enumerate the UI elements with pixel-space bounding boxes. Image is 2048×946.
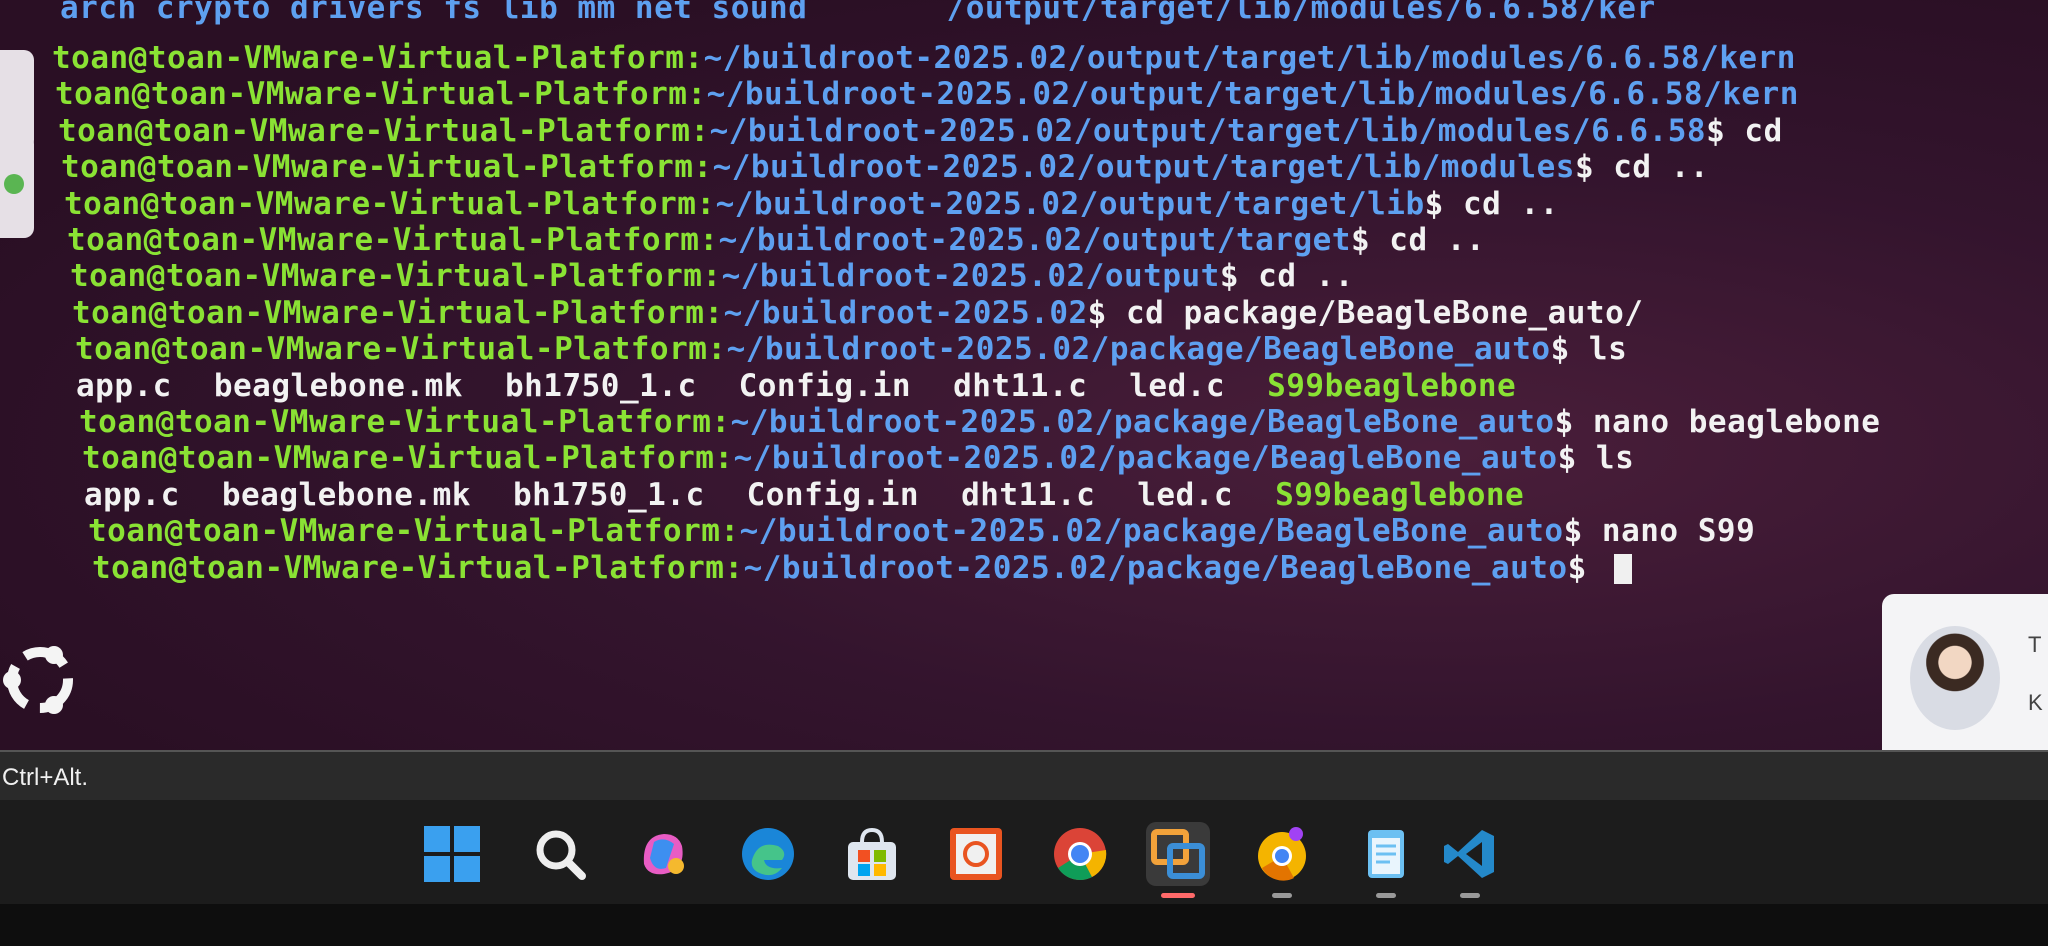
ls-output-line: app.c beaglebone.mk bh1750_1.c Config.in dht… [84, 475, 1524, 515]
vm-status-bar: Ctrl+Alt. [0, 750, 2048, 802]
prompt-command: $ cd package/BeagleBone_auto/ [1087, 294, 1644, 331]
chrome-icon[interactable] [1048, 822, 1112, 886]
prompt-path: ~/buildroot-2025.02/package/BeagleBone_a… [743, 549, 1568, 586]
prompt-path: ~/buildroot-2025.02/package/BeagleBone_a… [739, 513, 1564, 550]
ls-file: Config.in [746, 476, 920, 513]
prompt-user-host: toan@toan-VMware-Virtual-Platform: [92, 549, 744, 586]
prompt-line: toan@toan-VMware-Virtual-Platform:~/buil… [58, 111, 1783, 151]
store-icon[interactable] [840, 822, 904, 886]
prompt-line: toan@toan-VMware-Virtual-Platform:~/buil… [88, 511, 1755, 551]
ls-file: led.c [1129, 367, 1226, 404]
ls-file: led.c [1137, 476, 1234, 513]
prompt-path: ~/buildroot-2025.02/output/target/lib/mo… [712, 149, 1575, 186]
terminal-partial-line: arch crypto drivers fs lib mm net sound … [60, 0, 1656, 28]
prompt-user-host: toan@toan-VMware-Virtual-Platform: [58, 112, 710, 149]
prompt-path: ~/buildroot-2025.02 [723, 294, 1088, 331]
ls-file: bh1750_1.c [512, 476, 705, 513]
prompt-command: $ nano beaglebone [1554, 404, 1881, 440]
prompt-user-host: toan@toan-VMware-Virtual-Platform: [67, 222, 719, 258]
prompt-command: $ cd [1706, 112, 1783, 149]
ls-file: beaglebone.mk [221, 476, 471, 513]
prompt-user-host: toan@toan-VMware-Virtual-Platform: [79, 404, 731, 440]
prompt-user-host: toan@toan-VMware-Virtual-Platform: [88, 513, 740, 550]
terminal-window[interactable]: arch crypto drivers fs lib mm net sound … [0, 0, 2048, 750]
prompt-line: toan@toan-VMware-Virtual-Platform:~/buil… [79, 402, 1880, 442]
prompt-line: toan@toan-VMware-Virtual-Platform:~/buil… [92, 548, 1632, 588]
vmware-icon[interactable] [1146, 822, 1210, 898]
open-indicator [1460, 893, 1480, 898]
prompt-path: ~/buildroot-2025.02/output/target/lib/mo… [703, 40, 1796, 76]
ls-file: app.c [76, 367, 172, 404]
recycle-icon [4, 174, 24, 194]
prompt-path: ~/buildroot-2025.02/output/target [718, 222, 1351, 258]
prompt-command: $ [1567, 549, 1606, 586]
prompt-user-host: toan@toan-VMware-Virtual-Platform: [82, 440, 734, 477]
prompt-user-host: toan@toan-VMware-Virtual-Platform: [72, 294, 724, 331]
vscode-icon[interactable] [1438, 822, 1502, 898]
ls-executable-file: S99beaglebone [1267, 367, 1517, 404]
active-indicator [1161, 893, 1195, 898]
search-icon[interactable] [528, 822, 592, 886]
prompt-path: ~/buildroot-2025.02/output/target/lib/mo… [709, 112, 1707, 149]
ls-file: dht11.c [961, 476, 1096, 513]
dock-item-recycle[interactable] [0, 134, 34, 238]
ubuntu-app-icon[interactable] [944, 822, 1008, 886]
ls-file: bh1750_1.c [504, 367, 697, 404]
release-key-hint: Ctrl+Alt. [2, 764, 89, 791]
copilot-icon[interactable] [632, 822, 696, 886]
chrome-canary-icon[interactable] [1250, 822, 1314, 898]
ls-output-partial: arch crypto drivers fs lib mm net sound [60, 0, 808, 26]
notification-popup[interactable]: T K [1882, 594, 2048, 762]
notification-text-2: K [2028, 690, 2043, 715]
prompt-command: $ cd .. [1219, 258, 1354, 295]
prompt-user-host: toan@toan-VMware-Virtual-Platform: [52, 40, 704, 76]
open-indicator [1272, 893, 1292, 898]
avatar [1910, 626, 2000, 730]
ls-executable-file: S99beaglebone [1275, 476, 1525, 513]
screen-bezel [0, 904, 2048, 946]
prompt-command: $ nano S99 [1563, 513, 1756, 550]
ls-file: app.c [84, 476, 180, 513]
ls-file: Config.in [738, 367, 912, 404]
prompt-user-host: toan@toan-VMware-Virtual-Platform: [75, 331, 727, 368]
prompt-path: ~/buildroot-2025.02/output/target/lib/mo… [706, 76, 1799, 113]
prompt-path: ~/buildroot-2025.02/output [721, 258, 1220, 295]
prompt-line: toan@toan-VMware-Virtual-Platform:~/buil… [75, 329, 1627, 369]
prompt-path: ~/buildroot-2025.02/package/BeagleBone_a… [726, 331, 1551, 368]
terminal-cursor [1613, 554, 1632, 585]
notepad-icon[interactable] [1354, 822, 1418, 898]
prompt-user-host: toan@toan-VMware-Virtual-Platform: [55, 76, 707, 113]
prompt-user-host: toan@toan-VMware-Virtual-Platform: [70, 258, 722, 295]
prompt-command: $ cd .. [1424, 185, 1559, 222]
prompt-line: toan@toan-VMware-Virtual-Platform:~/buil… [52, 38, 1796, 78]
path-partial: /output/target/lib/modules/6.6.58/ker [946, 0, 1656, 26]
prompt-line: toan@toan-VMware-Virtual-Platform:~/buil… [82, 438, 1634, 478]
prompt-user-host: toan@toan-VMware-Virtual-Platform: [64, 185, 716, 222]
prompt-command: $ ls [1557, 440, 1635, 477]
edge-icon[interactable] [736, 822, 800, 886]
open-indicator [1376, 893, 1396, 898]
ls-file: dht11.c [953, 367, 1088, 404]
prompt-command: $ cd .. [1574, 149, 1710, 186]
ls-output-line: app.c beaglebone.mk bh1750_1.c Config.in dht… [76, 366, 1516, 406]
windows-start-icon[interactable] [420, 822, 484, 886]
ls-file: beaglebone.mk [213, 367, 463, 404]
prompt-line: toan@toan-VMware-Virtual-Platform:~/buil… [72, 293, 1643, 333]
prompt-line: toan@toan-VMware-Virtual-Platform:~/buil… [55, 74, 1799, 114]
prompt-line: toan@toan-VMware-Virtual-Platform:~/buil… [70, 256, 1354, 296]
prompt-line: toan@toan-VMware-Virtual-Platform:~/buil… [64, 184, 1559, 224]
prompt-command: $ ls [1550, 331, 1628, 368]
notification-text-1: T [2028, 632, 2042, 657]
prompt-path: ~/buildroot-2025.02/package/BeagleBone_a… [733, 440, 1558, 477]
ubuntu-logo-icon [3, 646, 73, 714]
prompt-path: ~/buildroot-2025.02/output/target/lib [715, 185, 1425, 222]
prompt-path: ~/buildroot-2025.02/package/BeagleBone_a… [730, 404, 1555, 440]
prompt-user-host: toan@toan-VMware-Virtual-Platform: [61, 149, 713, 186]
prompt-command: $ cd .. [1350, 222, 1486, 258]
prompt-line: toan@toan-VMware-Virtual-Platform:~/buil… [67, 220, 1485, 260]
prompt-line: toan@toan-VMware-Virtual-Platform:~/buil… [61, 147, 1709, 187]
